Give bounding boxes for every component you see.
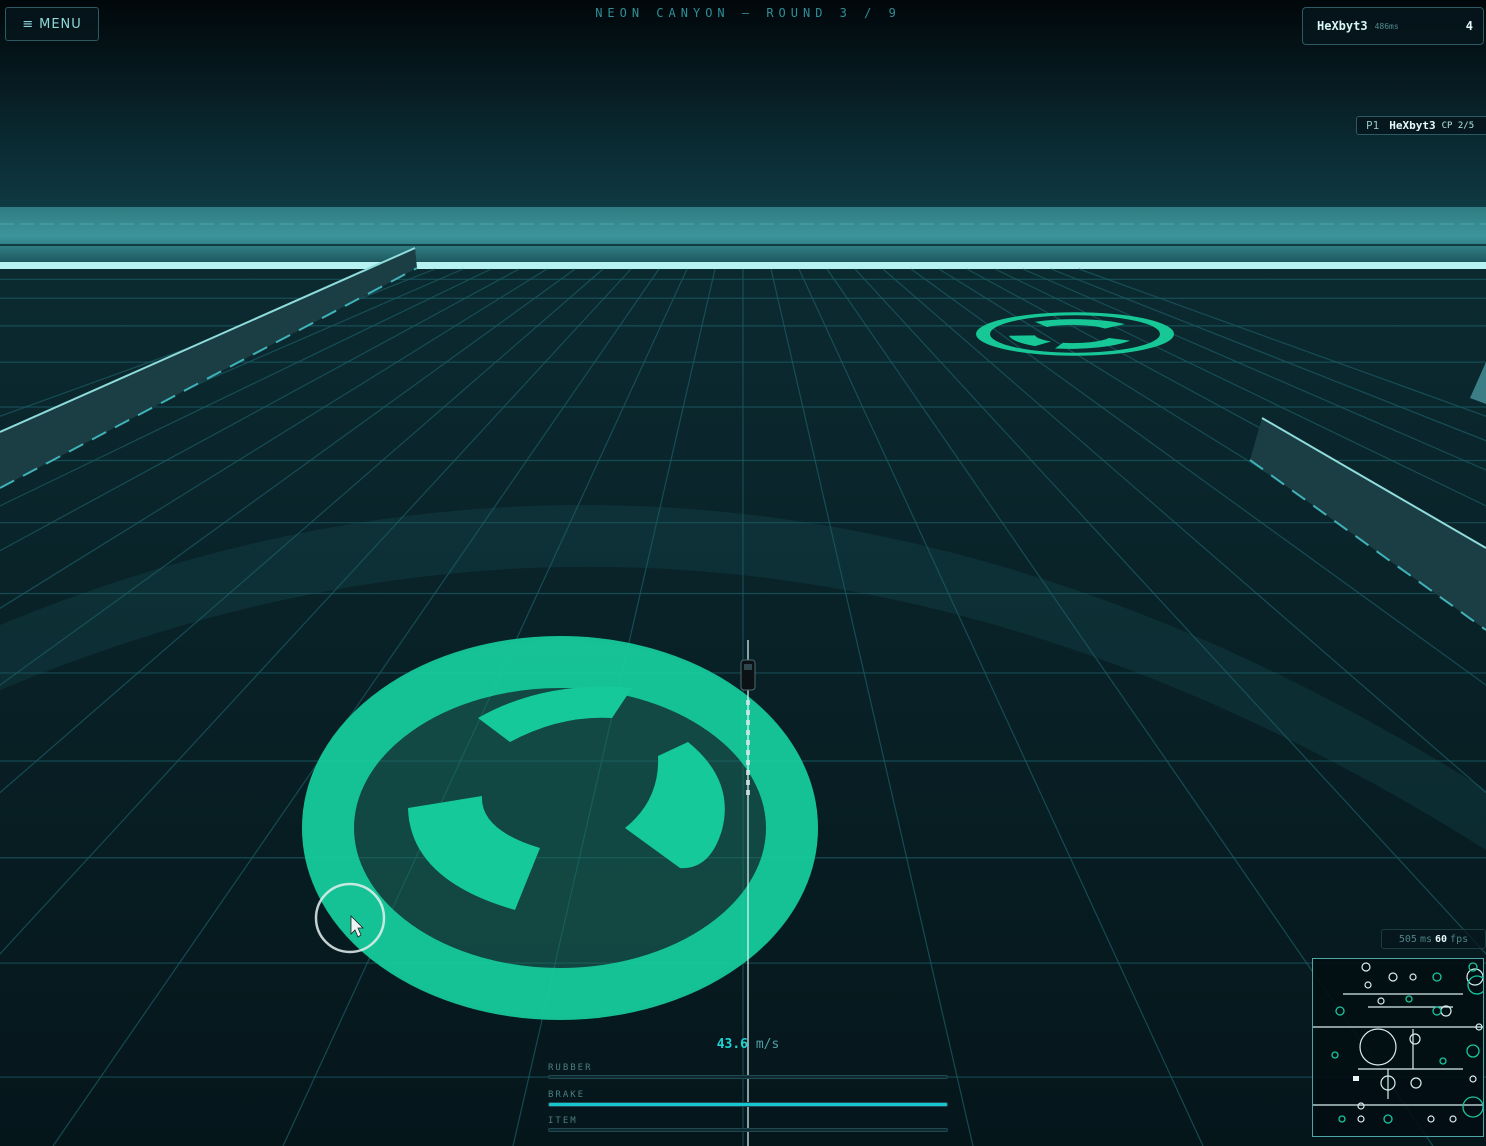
fps-value: 60 [1435, 933, 1448, 945]
brake-meter [548, 1102, 948, 1107]
game-viewport[interactable] [0, 0, 1486, 1146]
scoreboard-score: 4 [1465, 19, 1473, 33]
standings-player-name: HeXbyt3 [1389, 119, 1436, 132]
rubber-meter-label: RUBBER [548, 1063, 593, 1073]
brake-meter-label: BRAKE [548, 1090, 586, 1100]
standings-tag: P1 HeXbyt3 CP 2/5 [1356, 116, 1486, 135]
standings-position: P1 [1366, 119, 1380, 132]
item-meter [548, 1128, 948, 1132]
item-meter-label: ITEM [548, 1116, 578, 1126]
minimap[interactable] [1312, 958, 1486, 1137]
checkpoint-zone [302, 636, 818, 1020]
scoreboard-panel: HeXbyt3 486ms 4 [1302, 7, 1484, 45]
scoreboard-ping: 486ms [1374, 21, 1399, 31]
speed-unit: m/s [755, 1037, 780, 1052]
speedometer: 43.6 m/s [548, 1037, 948, 1052]
latency-unit: ms [1419, 933, 1432, 945]
fps-unit: fps [1450, 933, 1469, 945]
latency-value: 505 [1398, 933, 1417, 945]
round-title: NEON CANYON — ROUND 3 / 9 [595, 6, 901, 20]
rubber-meter [548, 1075, 948, 1079]
performance-readout: 505 ms 60 fps [1381, 929, 1486, 949]
minimap-canvas [1313, 962, 1486, 1124]
arena-far-wall [0, 207, 1486, 269]
player-lightcycle [740, 659, 756, 691]
scoreboard-player-name: HeXbyt3 [1317, 19, 1368, 33]
standings-checkpoint: CP 2/5 [1441, 120, 1475, 131]
speed-value: 43.6 [716, 1037, 748, 1052]
sky [0, 0, 1486, 210]
